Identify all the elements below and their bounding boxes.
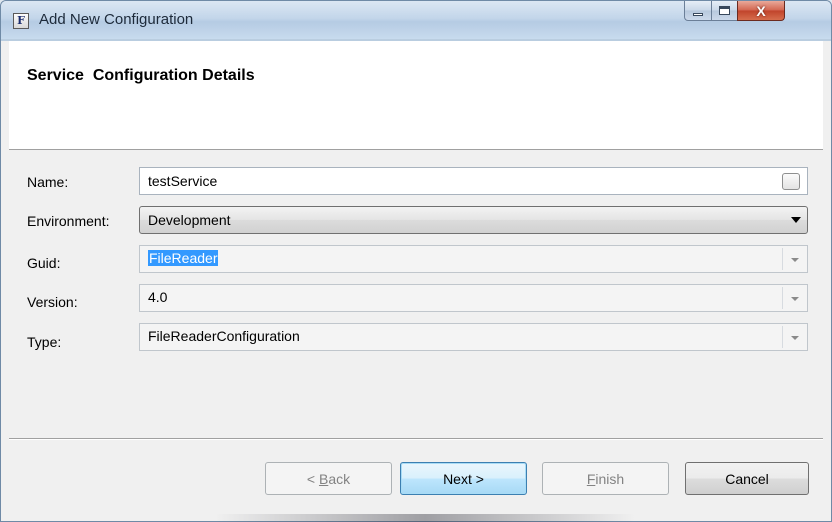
- window-title: Add New Configuration: [39, 11, 194, 28]
- guid-label: Guid:: [27, 255, 61, 271]
- version-value: 4.0: [148, 289, 168, 305]
- finish-button[interactable]: Finish: [542, 462, 669, 495]
- combo-divider: [782, 326, 783, 348]
- type-value: FileReaderConfiguration: [148, 328, 300, 344]
- close-button[interactable]: X: [737, 1, 785, 21]
- footer-divider-highlight: [9, 439, 823, 440]
- chevron-down-icon[interactable]: [791, 336, 799, 340]
- title-bar[interactable]: F Add New Configuration X: [1, 1, 831, 39]
- combo-divider: [782, 248, 783, 270]
- chevron-down-icon[interactable]: [791, 217, 801, 223]
- chevron-down-icon[interactable]: [791, 297, 799, 301]
- window-shadow: [215, 514, 635, 522]
- page-title: Service Configuration Details: [27, 67, 255, 84]
- finish-mnemonic: F: [586, 470, 596, 487]
- guid-select[interactable]: FileReader: [139, 245, 808, 273]
- maximize-icon: [719, 6, 730, 15]
- cancel-label: Cancel: [725, 470, 769, 487]
- dialog-window: F Add New Configuration X Service Config…: [0, 0, 832, 522]
- name-input[interactable]: testService: [139, 167, 808, 195]
- name-label: Name:: [27, 174, 69, 190]
- type-label: Type:: [27, 334, 62, 350]
- back-mnemonic: B: [318, 470, 329, 487]
- close-icon: X: [756, 2, 766, 19]
- type-select[interactable]: FileReaderConfiguration: [139, 323, 808, 351]
- minimize-button[interactable]: [684, 1, 712, 21]
- combo-divider: [782, 287, 783, 309]
- back-button[interactable]: < Back: [265, 462, 392, 495]
- next-button[interactable]: Next >: [400, 462, 527, 495]
- chevron-down-icon[interactable]: [791, 258, 799, 262]
- version-select[interactable]: 4.0: [139, 284, 808, 312]
- cancel-button[interactable]: Cancel: [685, 462, 809, 495]
- back-prefix: <: [306, 470, 319, 487]
- environment-label: Environment:: [27, 213, 110, 229]
- environment-select[interactable]: Development: [139, 206, 808, 234]
- wizard-header: Service Configuration Details: [9, 41, 823, 150]
- back-rest: ack: [328, 470, 351, 487]
- guid-value: FileReader: [148, 250, 219, 266]
- browse-icon[interactable]: [782, 173, 800, 190]
- minimize-icon: [693, 13, 703, 16]
- finish-rest: inish: [595, 470, 625, 487]
- next-label: Next >: [443, 470, 484, 487]
- version-label: Version:: [27, 294, 78, 310]
- maximize-button[interactable]: [711, 1, 738, 21]
- name-value: testService: [148, 173, 218, 189]
- app-icon: F: [13, 13, 29, 29]
- environment-value: Development: [148, 212, 231, 228]
